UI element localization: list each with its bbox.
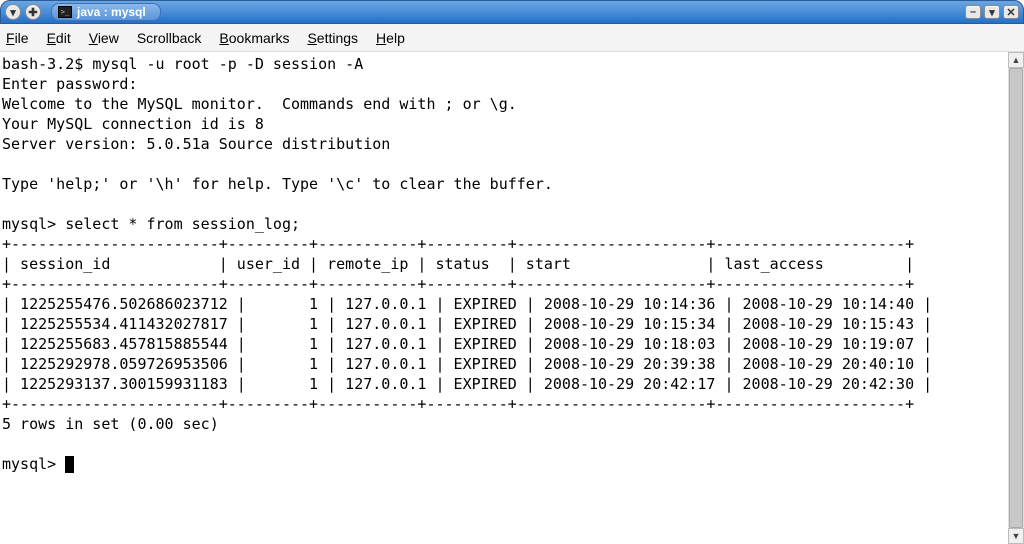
shade-down-icon[interactable]: ▾ xyxy=(5,4,21,20)
menu-edit-rest: dit xyxy=(56,30,71,46)
query-line: select * from session_log; xyxy=(65,215,300,233)
window-title: java : mysql xyxy=(77,5,146,19)
menu-file[interactable]: File xyxy=(6,30,29,46)
table-row: | 1225255683.457815885544 | 1 | 127.0.0.… xyxy=(2,335,932,353)
table-sep-bot: +-----------------------+---------+-----… xyxy=(2,395,914,413)
minimize-button[interactable]: – xyxy=(965,5,981,19)
table-row: | 1225255476.502686023712 | 1 | 127.0.0.… xyxy=(2,295,932,313)
mysql-prompt: mysql> xyxy=(2,215,65,233)
window-titlebar: ▾ ✚ java : mysql – ▾ ✕ xyxy=(0,0,1024,24)
connection-id-line: Your MySQL connection id is 8 xyxy=(2,115,264,133)
menu-edit[interactable]: Edit xyxy=(47,30,71,46)
menu-settings-rest: ettings xyxy=(317,30,358,46)
table-row: | 1225292978.059726953506 | 1 | 127.0.0.… xyxy=(2,355,932,373)
server-version-line: Server version: 5.0.51a Source distribut… xyxy=(2,135,390,153)
table-sep-top: +-----------------------+---------+-----… xyxy=(2,235,914,253)
shell-prompt: bash-3.2$ xyxy=(2,55,92,73)
menu-bookmarks[interactable]: Bookmarks xyxy=(219,30,289,46)
enter-password-line: Enter password: xyxy=(2,75,137,93)
terminal-output[interactable]: bash-3.2$ mysql -u root -p -D session -A… xyxy=(0,52,1008,544)
maximize-button[interactable]: ▾ xyxy=(984,5,1000,19)
menu-help-rest: elp xyxy=(386,30,405,46)
table-sep-mid: +-----------------------+---------+-----… xyxy=(2,275,914,293)
table-header: | session_id | user_id | remote_ip | sta… xyxy=(2,255,914,273)
menu-view-rest: iew xyxy=(98,30,119,46)
menu-file-rest: ile xyxy=(15,30,29,46)
menu-settings[interactable]: Settings xyxy=(307,30,358,46)
scrollbar-thumb[interactable] xyxy=(1009,68,1023,528)
help-hint-line: Type 'help;' or '\h' for help. Type '\c'… xyxy=(2,175,553,193)
pin-icon[interactable]: ✚ xyxy=(25,4,41,20)
menu-view[interactable]: View xyxy=(89,30,119,46)
title-tab[interactable]: java : mysql xyxy=(51,3,161,21)
close-button[interactable]: ✕ xyxy=(1003,5,1019,19)
menu-scrollback[interactable]: Scrollback xyxy=(137,30,202,46)
welcome-line: Welcome to the MySQL monitor. Commands e… xyxy=(2,95,517,113)
menu-bar: File Edit View Scrollback Bookmarks Sett… xyxy=(0,24,1024,52)
table-row: | 1225255534.411432027817 | 1 | 127.0.0.… xyxy=(2,315,932,333)
scroll-down-button[interactable]: ▼ xyxy=(1008,528,1024,544)
scrollbar-track[interactable] xyxy=(1008,68,1024,528)
mysql-prompt-idle: mysql> xyxy=(2,455,65,473)
cursor-icon xyxy=(65,456,74,473)
vertical-scrollbar[interactable]: ▲ ▼ xyxy=(1008,52,1024,544)
summary-line: 5 rows in set (0.00 sec) xyxy=(2,415,219,433)
connect-command: mysql -u root -p -D session -A xyxy=(92,55,363,73)
table-row: | 1225293137.300159931183 | 1 | 127.0.0.… xyxy=(2,375,932,393)
terminal-icon xyxy=(58,6,72,18)
menu-help[interactable]: Help xyxy=(376,30,405,46)
scroll-up-button[interactable]: ▲ xyxy=(1008,52,1024,68)
menu-bookmarks-rest: ookmarks xyxy=(229,30,290,46)
